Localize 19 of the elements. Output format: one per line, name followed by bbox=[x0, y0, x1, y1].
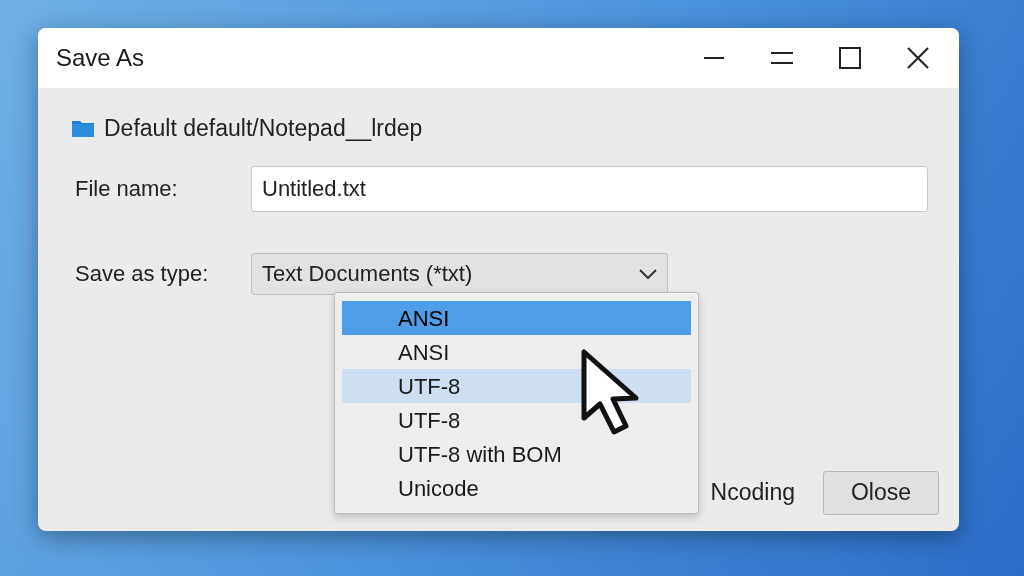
dropdown-option[interactable]: ANSI bbox=[342, 335, 691, 369]
field-label: Save as type: bbox=[74, 260, 210, 288]
window-title: Save As bbox=[56, 43, 145, 73]
dropdown-option[interactable]: UTF-8 bbox=[342, 403, 691, 437]
dropdown-option[interactable]: Unicode bbox=[342, 471, 691, 505]
dialog-button[interactable]: Olose bbox=[823, 470, 939, 515]
double-line-icon bbox=[771, 52, 793, 64]
minimize-icon bbox=[704, 57, 724, 59]
chevron-down-icon bbox=[639, 268, 657, 279]
folder-icon bbox=[72, 119, 94, 138]
close-icon bbox=[907, 47, 929, 69]
dropdown-option[interactable]: ANSI bbox=[342, 301, 691, 335]
save-as-type-dropdown[interactable]: Text Documents (*txt) bbox=[251, 252, 668, 295]
dropdown-option[interactable]: UTF-8 with BOM bbox=[342, 437, 691, 471]
file-name-field[interactable]: Untitled.txt bbox=[251, 165, 928, 212]
encoding-label: Ncoding bbox=[710, 478, 795, 508]
field-label: File name: bbox=[74, 175, 179, 203]
folder-path: Default default/Notepad__lrdep bbox=[104, 114, 423, 143]
maximize-icon bbox=[839, 47, 861, 69]
